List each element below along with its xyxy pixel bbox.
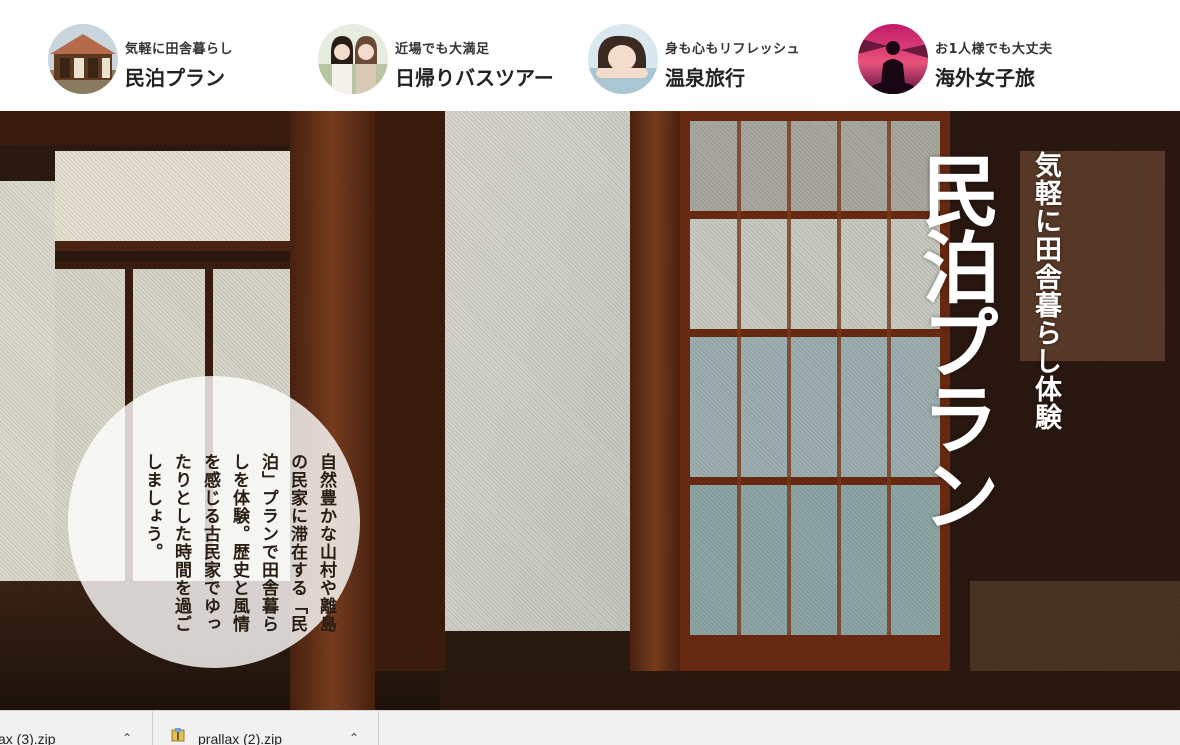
hero-section: 気軽に田舎暮らし体験 民泊プラン 自然豊かな山村や離島の民家に滞在する「民泊」プ… bbox=[0, 111, 1180, 710]
nav-item-overseas[interactable]: お1人様でも大丈夫 海外女子旅 bbox=[858, 24, 1118, 94]
two-girls-thumbnail bbox=[318, 24, 388, 94]
top-navigation: 気軽に田舎暮らし 民泊プラン 近場でも大満足 日帰りバスツアー 身も心もリフレッ… bbox=[0, 0, 1180, 111]
nav-subtitle: 近場でも大満足 bbox=[395, 42, 490, 57]
download-filename: prallax (2).zip bbox=[198, 731, 283, 745]
nav-title: 海外女子旅 bbox=[935, 66, 1035, 90]
silhouette-sunset-thumbnail bbox=[858, 24, 928, 94]
nav-item-bus-tour[interactable]: 近場でも大満足 日帰りバスツアー bbox=[318, 24, 578, 94]
download-bar: ax (3).zip ⌃ prallax (2).zip ⌃ bbox=[0, 710, 1180, 745]
nav-item-onsen[interactable]: 身も心もリフレッシュ 温泉旅行 bbox=[588, 24, 848, 94]
nav-subtitle: 身も心もリフレッシュ bbox=[665, 42, 801, 57]
download-item[interactable]: prallax (2).zip ⌃ bbox=[153, 711, 379, 745]
nav-title: 民泊プラン bbox=[125, 66, 225, 90]
download-filename: ax (3).zip bbox=[0, 731, 56, 745]
chevron-up-icon[interactable]: ⌃ bbox=[122, 731, 132, 745]
nav-title: 日帰りバスツアー bbox=[395, 66, 554, 90]
nav-item-minpaku[interactable]: 気軽に田舎暮らし 民泊プラン bbox=[48, 24, 308, 94]
hero-title: 民泊プラン bbox=[909, 151, 1000, 531]
thatched-house-thumbnail bbox=[48, 24, 118, 94]
zip-file-icon bbox=[171, 728, 185, 742]
download-item[interactable]: ax (3).zip ⌃ bbox=[0, 711, 153, 745]
hero-description: 自然豊かな山村や離島の民家に滞在する「民泊」プランで田舎暮らしを体験。歴史と風情… bbox=[142, 453, 336, 633]
hero-subtitle: 気軽に田舎暮らし体験 bbox=[1030, 151, 1061, 431]
nav-title: 温泉旅行 bbox=[665, 66, 745, 90]
woman-bath-thumbnail bbox=[588, 24, 658, 94]
nav-subtitle: 気軽に田舎暮らし bbox=[125, 42, 234, 57]
chevron-up-icon[interactable]: ⌃ bbox=[349, 731, 359, 745]
nav-subtitle: お1人様でも大丈夫 bbox=[935, 42, 1053, 57]
